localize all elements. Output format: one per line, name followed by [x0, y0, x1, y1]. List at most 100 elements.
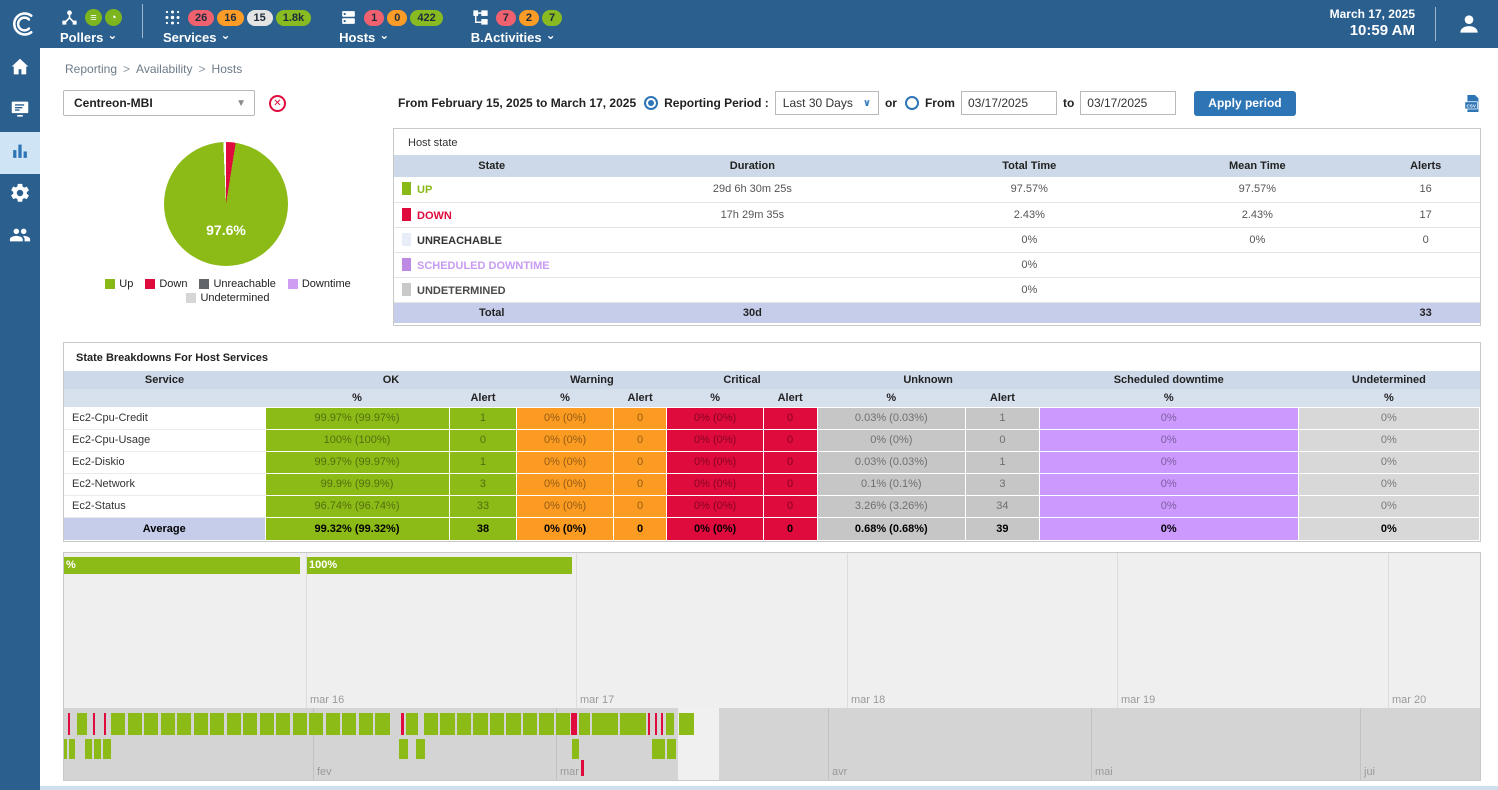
host-select[interactable]: Centreon-MBI ▼ — [63, 90, 255, 116]
chevron-down-icon: ⌄ — [107, 31, 117, 39]
timeline-segment — [661, 713, 663, 735]
ok-percent-cell: 99.9% (99.9%) — [265, 473, 449, 495]
breadcrumb: Reporting>Availability>Hosts — [63, 48, 1481, 84]
legend-item: Undetermined — [186, 292, 269, 304]
timeline-segment — [571, 713, 577, 735]
service-breakdown-row: Ec2-Cpu-Usage100% (100%)00% (0%)00% (0%)… — [64, 429, 1480, 451]
status-badge: 7 — [496, 10, 516, 26]
menu-bactivities[interactable]: 727 B.Activities⌄ — [457, 4, 576, 45]
month-axis-label: mar — [560, 766, 579, 778]
reporting-period-radio[interactable] — [644, 96, 658, 110]
state-label: DOWN — [417, 210, 452, 222]
timeline-main-chart[interactable]: mar 16mar 17mar 18mar 19mar 20%100% — [64, 553, 1480, 708]
breadcrumb-item[interactable]: Availability — [136, 62, 192, 76]
to-date-input[interactable] — [1080, 91, 1176, 115]
legend-swatch — [288, 279, 298, 289]
sub-header: % — [817, 389, 966, 407]
breadcrumb-item[interactable]: Hosts — [212, 62, 243, 76]
undetermined-cell: 0% — [1298, 451, 1479, 473]
bottom-divider — [40, 786, 1498, 790]
topbar-menus: ≡◔ Pollers ⌄ 2616151.8k Services⌄ — [46, 4, 576, 45]
sub-header: % — [265, 389, 449, 407]
host-state-total-row: Total30d33 — [394, 302, 1480, 323]
breadcrumb-item[interactable]: Reporting — [65, 62, 117, 76]
timeline-segment — [416, 739, 425, 759]
timeline-segment — [506, 713, 521, 735]
topbar: ≡◔ Pollers ⌄ 2616151.8k Services⌄ — [0, 0, 1498, 48]
user-avatar[interactable] — [1456, 11, 1482, 37]
total-time-cell: 0% — [915, 227, 1143, 252]
state-label: UNREACHABLE — [417, 235, 502, 247]
pollers-icon — [60, 8, 79, 27]
clear-selection-icon[interactable]: ✕ — [269, 95, 286, 112]
timeline-segment — [210, 713, 224, 735]
scheduled-downtime-cell: 0% — [1039, 429, 1298, 451]
reporting-period-label: Reporting Period : — [664, 96, 769, 110]
ok-percent-cell: 100% (100%) — [265, 429, 449, 451]
menu-pollers[interactable]: ≡◔ Pollers ⌄ — [46, 4, 136, 45]
centreon-logo-icon[interactable] — [0, 9, 46, 39]
state-color-swatch — [402, 258, 411, 271]
group-header: Unknown — [817, 371, 1039, 389]
apply-period-button[interactable]: Apply period — [1194, 91, 1295, 116]
service-name: Average — [64, 517, 265, 540]
timeline-segment — [406, 713, 418, 735]
breadcrumb-separator: > — [123, 62, 130, 76]
availability-timeline-panel: mar 16mar 17mar 18mar 19mar 20%100% fevm… — [63, 552, 1481, 781]
availability-bar: % — [64, 557, 300, 574]
critical-alert-cell: 0 — [763, 407, 817, 429]
timeline-segment — [679, 713, 694, 735]
legend-swatch — [186, 293, 196, 303]
timeline-segment — [243, 713, 257, 735]
sidebar-item-home[interactable] — [0, 48, 40, 90]
timeline-segment — [194, 713, 208, 735]
status-badge: 0 — [387, 10, 407, 26]
host-select-value: Centreon-MBI — [74, 96, 153, 110]
state-color-swatch — [402, 208, 411, 221]
critical-percent-cell: 0% (0%) — [667, 517, 763, 540]
to-label: to — [1063, 96, 1074, 110]
day-gridline — [576, 553, 577, 708]
timeline-segment — [652, 739, 665, 759]
critical-alert-cell: 0 — [763, 495, 817, 517]
custom-period-radio[interactable] — [905, 96, 919, 110]
service-name: Ec2-Cpu-Credit — [64, 407, 265, 429]
timeline-segment — [592, 713, 618, 735]
sidebar — [0, 48, 40, 790]
timeline-segment — [69, 739, 75, 759]
sidebar-item-monitoring[interactable] — [0, 90, 40, 132]
menu-services[interactable]: 2616151.8k Services⌄ — [149, 4, 325, 45]
timeline-segment — [342, 713, 356, 735]
sidebar-item-administration[interactable] — [0, 216, 40, 258]
current-date-tick — [581, 760, 584, 776]
pollers-status-chips: ≡◔ — [85, 9, 122, 26]
timeline-overview-brush[interactable]: fevmaravrmaijui — [64, 708, 1480, 780]
state-cell: UNREACHABLE — [394, 227, 589, 252]
menu-pollers-label: Pollers — [60, 30, 103, 45]
state-breakdowns-panel: State Breakdowns For Host Services Servi… — [63, 342, 1481, 542]
menu-hosts[interactable]: 10422 Hosts⌄ — [325, 4, 457, 45]
from-date-input[interactable] — [961, 91, 1057, 115]
services-status-badges: 2616151.8k — [188, 10, 311, 26]
csv-export-icon[interactable]: CSV — [1464, 94, 1481, 113]
undetermined-cell: 0% — [1298, 429, 1479, 451]
service-name: Ec2-Cpu-Usage — [64, 429, 265, 451]
month-gridline — [828, 708, 829, 780]
host-availability-pie-block: 97.6% UpDownUnreachableDowntimeUndetermi… — [63, 128, 393, 326]
state-color-swatch — [402, 233, 411, 246]
ok-alert-cell: 0 — [449, 429, 517, 451]
warning-alert-cell: 0 — [613, 451, 667, 473]
column-header: Alerts — [1371, 155, 1480, 177]
warning-percent-cell: 0% (0%) — [517, 451, 613, 473]
sidebar-item-reporting[interactable] — [0, 132, 40, 174]
ok-percent-cell: 96.74% (96.74%) — [265, 495, 449, 517]
sidebar-item-configuration[interactable] — [0, 174, 40, 216]
alerts-cell: 0 — [1371, 227, 1480, 252]
sub-header: % — [1298, 389, 1479, 407]
gauge-icon: ◔ — [105, 9, 122, 26]
period-select[interactable]: Last 30 Days ∨ — [775, 91, 879, 115]
total-value: 30d — [589, 302, 915, 323]
host-state-table: StateDurationTotal TimeMean TimeAlerts U… — [394, 155, 1480, 323]
legend-swatch — [145, 279, 155, 289]
ok-alert-cell: 3 — [449, 473, 517, 495]
